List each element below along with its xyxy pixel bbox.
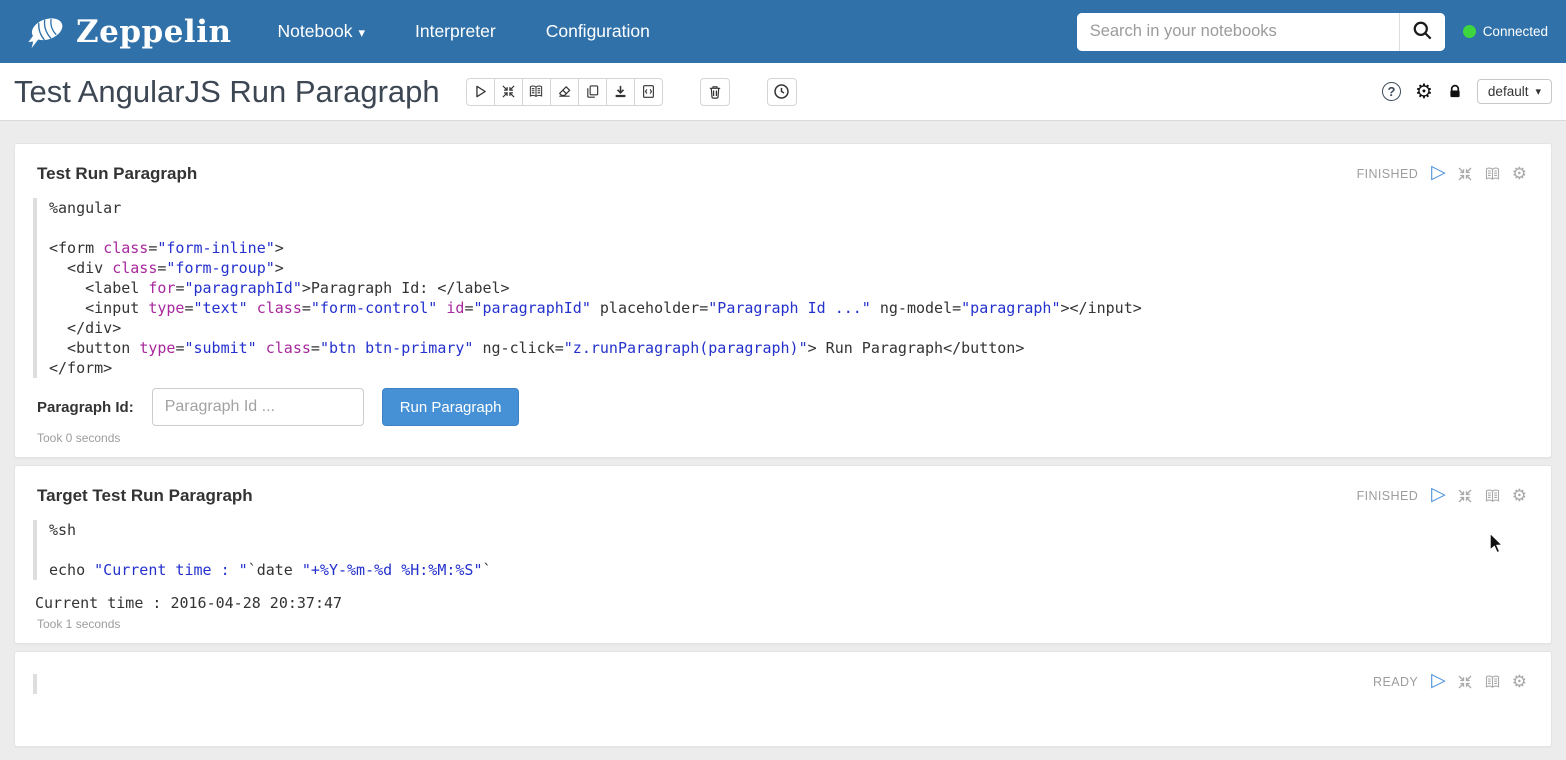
connected-dot-icon [1463,25,1476,38]
download-icon [613,84,628,99]
paragraph-settings-gear-icon[interactable]: ⚙ [1512,673,1527,690]
paragraph-id-label: Paragraph Id: [37,399,134,416]
paragraph-1: FINISHED ▷ ⚙ Test Run Paragraph %angular… [14,143,1552,458]
note-toolbar [466,78,663,106]
search-input[interactable] [1077,13,1399,51]
copy-pages-icon [585,84,600,99]
run-paragraph-button[interactable]: Run Paragraph [382,388,520,426]
paragraph-settings-gear-icon[interactable]: ⚙ [1512,487,1527,504]
paragraph-3: READY ▷ ⚙ [14,651,1552,747]
help-icon[interactable]: ? [1382,82,1401,101]
note-body: FINISHED ▷ ⚙ Test Run Paragraph %angular… [0,121,1566,747]
paragraph-1-controls: FINISHED ▷ ⚙ [1357,164,1527,183]
nav-item-configuration[interactable]: Configuration [546,21,650,42]
collapse-arrows-icon [501,84,516,99]
book-icon[interactable] [1484,166,1501,182]
eraser-icon [557,84,572,99]
nav-item-notebook[interactable]: Notebook ▾ [278,21,365,42]
status-badge: FINISHED [1357,167,1419,181]
collapse-arrows-icon[interactable] [1457,488,1473,504]
export-code-button[interactable] [634,78,663,106]
paragraph-title[interactable]: Target Test Run Paragraph [37,486,1529,506]
top-navbar: Zeppelin Notebook ▾ Interpreter Configur… [0,0,1566,63]
nav-item-interpreter[interactable]: Interpreter [415,21,496,42]
note-title[interactable]: Test AngularJS Run Paragraph [14,74,440,110]
angular-form: Paragraph Id: Run Paragraph [37,388,1529,426]
clone-note-button[interactable] [578,78,607,106]
code-editor[interactable] [33,674,1529,694]
note-settings-gear-icon[interactable]: ⚙ [1415,82,1433,102]
book-icon[interactable] [1484,488,1501,504]
code-editor[interactable]: %angular <form class="form-inline"> <div… [33,198,1529,378]
collapse-arrows-icon[interactable] [1457,166,1473,182]
lock-icon[interactable] [1447,83,1463,100]
search-icon [1412,20,1433,44]
note-header: Test AngularJS Run Paragraph [0,63,1566,121]
brand-title: Zeppelin [76,14,232,50]
connection-status: Connected [1463,24,1548,39]
play-icon [473,84,488,99]
execution-time: Took 1 seconds [37,617,1529,631]
zeppelin-brand[interactable]: Zeppelin [22,10,232,53]
zeppelin-app: Zeppelin Notebook ▾ Interpreter Configur… [0,0,1566,760]
paragraph-id-input[interactable] [152,388,364,426]
chevron-down-icon: ▾ [358,25,365,41]
paragraph-3-controls: READY ▷ ⚙ [1373,672,1527,691]
interpreter-binding-dropdown[interactable]: default ▾ [1477,79,1552,104]
code-editor[interactable]: %sh echo "Current time : "`date "+%Y-%m-… [33,520,1529,580]
collapse-arrows-icon[interactable] [1457,674,1473,690]
navbar-right: Connected [1077,13,1548,51]
search-button[interactable] [1399,13,1445,51]
paragraph-2-controls: FINISHED ▷ ⚙ [1357,486,1527,505]
run-paragraph-icon[interactable]: ▷ [1431,671,1446,690]
nav-menu: Notebook ▾ Interpreter Configuration [278,21,650,42]
note-header-right: ? ⚙ default ▾ [1382,79,1552,104]
run-paragraph-icon[interactable]: ▷ [1431,163,1446,182]
paragraph-output: Current time : 2016-04-28 20:37:47 [35,594,1529,612]
code-file-icon [641,84,656,99]
connected-label: Connected [1483,24,1548,39]
run-all-button[interactable] [466,78,495,106]
execution-time: Took 0 seconds [37,431,1529,445]
zeppelin-logo-icon [22,10,68,53]
book-icon [528,84,544,99]
remove-note-button[interactable] [700,78,730,106]
paragraph-title[interactable]: Test Run Paragraph [37,164,1529,184]
paragraph-settings-gear-icon[interactable]: ⚙ [1512,165,1527,182]
chevron-down-icon: ▾ [1535,85,1541,98]
status-badge: READY [1373,675,1418,689]
clear-output-button[interactable] [550,78,579,106]
notebook-search [1077,13,1445,51]
paragraph-2: FINISHED ▷ ⚙ Target Test Run Paragraph %… [14,465,1552,644]
toggle-code-button[interactable] [494,78,523,106]
book-icon[interactable] [1484,674,1501,690]
status-badge: FINISHED [1357,489,1419,503]
scheduler-button[interactable] [767,78,797,106]
clock-icon [773,83,790,100]
export-note-button[interactable] [606,78,635,106]
trash-icon [707,84,723,100]
run-paragraph-icon[interactable]: ▷ [1431,485,1446,504]
toggle-output-button[interactable] [522,78,551,106]
